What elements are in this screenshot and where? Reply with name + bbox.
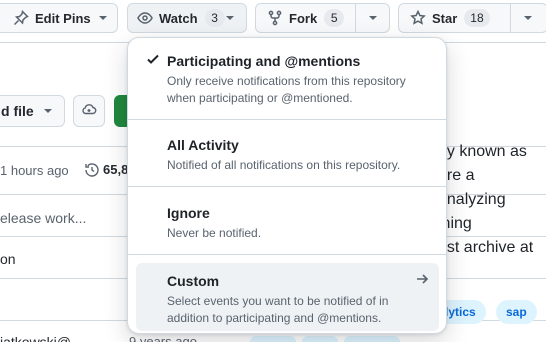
commits-count[interactable]: 65,8 xyxy=(103,162,128,177)
about-line: ust archive at xyxy=(438,239,534,256)
chevron-down-icon xyxy=(98,16,107,20)
file-row-message[interactable]: elease work... xyxy=(0,210,86,226)
topic-tag[interactable] xyxy=(344,336,400,342)
edit-pins-button[interactable]: Edit Pins xyxy=(0,3,118,33)
arrow-right-icon xyxy=(415,272,429,291)
fork-label: Fork xyxy=(289,10,318,26)
chevron-down-icon xyxy=(368,16,377,20)
watch-dropdown-toggle[interactable] xyxy=(214,4,246,32)
add-file-label: d file xyxy=(1,103,34,119)
topic-tag[interactable] xyxy=(302,336,338,342)
pin-icon xyxy=(13,10,29,26)
eye-icon xyxy=(137,10,153,26)
file-row-name[interactable]: on xyxy=(0,251,16,267)
chevron-down-icon xyxy=(226,16,234,20)
option-title: Participating and @mentions xyxy=(167,53,361,69)
option-description: Notified of all notifications on this re… xyxy=(167,158,401,172)
menu-option-all-activity[interactable]: All Activity Notified of all notificatio… xyxy=(128,136,446,174)
menu-option-ignore[interactable]: Ignore Never be notified. xyxy=(128,204,446,242)
check-icon xyxy=(146,52,160,71)
codespaces-button[interactable] xyxy=(73,95,105,127)
chevron-down-icon xyxy=(43,109,52,113)
fork-icon xyxy=(267,10,283,26)
star-button[interactable]: Star 18 xyxy=(398,3,546,33)
watch-button[interactable]: Watch 3 xyxy=(127,3,247,33)
history-icon xyxy=(84,162,100,183)
star-icon xyxy=(410,10,426,26)
star-dropdown-toggle[interactable] xyxy=(510,4,544,32)
about-line: rly known as xyxy=(438,143,527,160)
edit-pins-label: Edit Pins xyxy=(35,10,91,26)
about-line: analyzing xyxy=(438,191,506,208)
menu-divider xyxy=(128,119,446,120)
topic-tag[interactable] xyxy=(250,336,296,342)
file-row-time: 9 years ago xyxy=(129,334,197,342)
option-title: Custom xyxy=(167,273,220,289)
menu-option-participating[interactable]: Participating and @mentions Only receive… xyxy=(128,52,446,107)
option-description: Never be notified. xyxy=(167,226,262,240)
star-count: 18 xyxy=(464,9,490,27)
option-description: Select events you want to be notified of… xyxy=(167,294,389,325)
topic-tag[interactable]: sap xyxy=(496,300,537,324)
option-title: All Activity xyxy=(167,137,239,153)
option-description: Only receive notifications from this rep… xyxy=(167,74,406,105)
cloud-icon xyxy=(81,101,97,122)
file-row-author: iatkowski@ xyxy=(0,334,72,342)
add-file-button[interactable]: d file xyxy=(0,95,65,127)
menu-divider xyxy=(128,254,446,255)
watch-notifications-menu: Participating and @mentions Only receive… xyxy=(127,37,447,334)
fork-button[interactable]: Fork 5 xyxy=(255,3,390,33)
star-label: Star xyxy=(432,10,458,26)
watch-label: Watch xyxy=(159,10,198,26)
chevron-down-icon xyxy=(523,16,532,20)
fork-dropdown-toggle[interactable] xyxy=(355,4,389,32)
menu-option-custom[interactable]: Custom Select events you want to be noti… xyxy=(136,263,439,331)
fork-count: 5 xyxy=(324,9,345,27)
last-commit-time: 1 hours ago xyxy=(0,163,69,178)
menu-divider xyxy=(128,186,446,187)
option-title: Ignore xyxy=(167,205,210,221)
